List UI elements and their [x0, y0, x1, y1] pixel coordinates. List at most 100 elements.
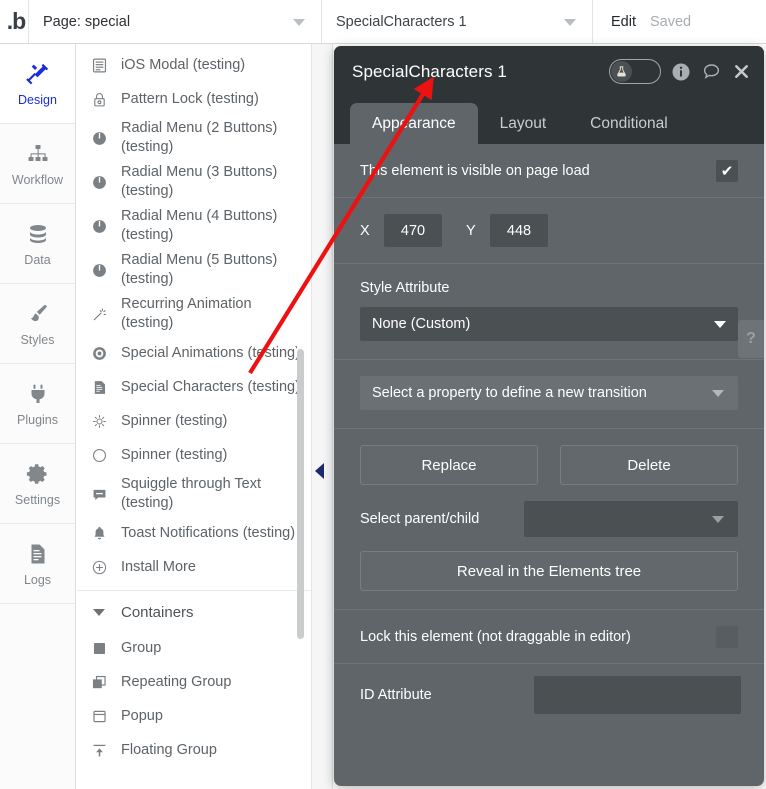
list-item[interactable]: Popup [77, 699, 311, 733]
list-item-label: Radial Menu (4 Buttons) (testing) [121, 208, 278, 243]
lock-icon [89, 89, 109, 109]
workflow-tree-icon [25, 141, 51, 167]
tab-layout-label: Layout [499, 114, 547, 132]
group-header-label: Containers [121, 603, 194, 621]
select-parent-child-row: Select parent/child [334, 495, 764, 547]
sidebar-item-logs[interactable]: Logs [0, 524, 75, 604]
sidebar-item-design[interactable]: Design [0, 44, 75, 124]
chevron-down-icon [712, 390, 724, 397]
tab-layout[interactable]: Layout [478, 103, 569, 144]
list-item[interactable]: Spinner (testing) [77, 404, 311, 438]
circle-spinner-icon [89, 445, 109, 465]
id-attribute-input[interactable] [534, 676, 741, 714]
list-item-label: Radial Menu (3 Buttons) (testing) [121, 164, 278, 199]
style-attribute-dropdown[interactable]: None (Custom) [360, 307, 738, 341]
list-item-special-characters[interactable]: Special Characters (testing) [77, 370, 311, 404]
tab-appearance[interactable]: Appearance [350, 103, 478, 144]
chevron-down-icon [712, 516, 724, 523]
sidebar-label-data: Data [24, 252, 51, 267]
collapse-left-arrow-icon[interactable] [313, 462, 325, 480]
delete-button[interactable]: Delete [560, 445, 738, 485]
id-attribute-row: ID Attribute [334, 664, 764, 726]
page-selector-label: Page: special [43, 13, 131, 30]
page-selector-dropdown[interactable]: Page: special [29, 0, 321, 43]
group-header-containers[interactable]: Containers [77, 593, 311, 631]
comment-bubble-icon[interactable] [701, 61, 722, 82]
list-item-label: Special Animations (testing) [121, 344, 300, 361]
list-item[interactable]: Toast Notifications (testing) [77, 516, 311, 550]
magic-wand-icon [89, 304, 109, 324]
paintbrush-icon [25, 301, 51, 327]
list-item[interactable]: Radial Menu (5 Buttons) (testing) [77, 248, 311, 292]
info-circle-icon[interactable] [671, 62, 691, 82]
list-item-label: Radial Menu (2 Buttons) (testing) [121, 120, 278, 155]
list-item[interactable]: Special Animations (testing) [77, 336, 311, 370]
list-item[interactable]: Radial Menu (3 Buttons) (testing) [77, 160, 311, 204]
radial-menu-icon [89, 172, 109, 192]
sidebar-label-plugins: Plugins [17, 412, 58, 427]
replace-button[interactable]: Replace [360, 445, 538, 485]
bubble-logo-icon[interactable]: .b [0, 0, 28, 43]
sidebar-item-plugins[interactable]: Plugins [0, 364, 75, 444]
sidebar-item-styles[interactable]: Styles [0, 284, 75, 364]
sidebar-item-data[interactable]: Data [0, 204, 75, 284]
document-icon [89, 377, 109, 397]
page-title: SpecialCharacters 1 [352, 61, 507, 81]
plus-circle-icon [89, 557, 109, 577]
floating-group-icon [89, 740, 109, 760]
list-item[interactable]: Recurring Animation (testing) [77, 292, 311, 336]
list-item[interactable]: Repeating Group [77, 665, 311, 699]
lock-element-label: Lock this element (not draggable in edit… [360, 628, 631, 645]
save-status-label: Saved [650, 13, 692, 30]
list-item[interactable]: iOS Modal (testing) [77, 48, 311, 82]
property-editor-panel: SpecialCharacters 1 Appearance Layout Co… [334, 46, 764, 786]
sidebar-label-settings: Settings [14, 492, 61, 507]
database-icon [25, 221, 51, 247]
property-editor-header: SpecialCharacters 1 [334, 46, 764, 97]
property-editor-tabs: Appearance Layout Conditional [334, 97, 764, 144]
transition-block: Select a property to define a new transi… [334, 360, 764, 429]
list-item[interactable]: Radial Menu (4 Buttons) (testing) [77, 204, 311, 248]
select-parent-child-dropdown[interactable] [524, 501, 738, 537]
transition-property-dropdown[interactable]: Select a property to define a new transi… [360, 376, 738, 410]
style-attribute-block: Style Attribute None (Custom) [334, 264, 764, 360]
popup-icon [89, 706, 109, 726]
lock-element-checkbox[interactable] [716, 625, 738, 648]
list-item[interactable]: Squiggle through Text (testing) [77, 472, 311, 516]
x-coordinate-input[interactable] [384, 214, 442, 247]
concentric-circle-icon [89, 343, 109, 363]
radial-menu-icon [89, 128, 109, 148]
list-item[interactable]: Pattern Lock (testing) [77, 82, 311, 116]
left-nav-rail: Design Workflow Data Styles Plugins Sett… [0, 44, 76, 789]
tab-conditional-label: Conditional [590, 114, 668, 132]
element-selector-label: SpecialCharacters 1 [336, 13, 467, 30]
panel-gutter [312, 44, 333, 789]
list-item[interactable]: Group [77, 631, 311, 665]
y-coordinate-input[interactable] [490, 214, 548, 247]
visible-on-load-label: This element is visible on page load [360, 162, 590, 179]
help-question-button[interactable]: ? [738, 320, 764, 358]
list-item-label: Group [121, 639, 162, 656]
element-list-scrollbar-thumb[interactable] [297, 349, 304, 639]
tab-conditional[interactable]: Conditional [568, 103, 690, 144]
list-item[interactable]: Radial Menu (2 Buttons) (testing) [77, 116, 311, 160]
flask-toggle-icon[interactable] [609, 59, 661, 84]
list-item-install-more[interactable]: Install More [77, 550, 311, 584]
divider [77, 590, 311, 591]
bubble-logo-text: .b [6, 8, 26, 34]
list-item-label: Spinner (testing) [121, 412, 228, 429]
element-selector-dropdown[interactable]: SpecialCharacters 1 [322, 0, 592, 43]
bubble-editor-root: .b Page: special SpecialCharacters 1 Edi… [0, 0, 766, 789]
chevron-down-icon [564, 18, 576, 26]
list-item[interactable]: Spinner (testing) [77, 438, 311, 472]
reveal-in-elements-tree-button[interactable]: Reveal in the Elements tree [360, 551, 738, 591]
sunburst-spinner-icon [89, 411, 109, 431]
close-x-icon[interactable] [732, 62, 751, 81]
list-item[interactable]: Floating Group [77, 733, 311, 767]
list-item-label: Spinner (testing) [121, 446, 228, 463]
sidebar-item-settings[interactable]: Settings [0, 444, 75, 524]
sidebar-item-workflow[interactable]: Workflow [0, 124, 75, 204]
visible-on-load-checkbox[interactable]: ✔ [716, 159, 738, 182]
modal-list-icon [89, 55, 109, 75]
edit-mode-button[interactable]: Edit [611, 14, 636, 30]
